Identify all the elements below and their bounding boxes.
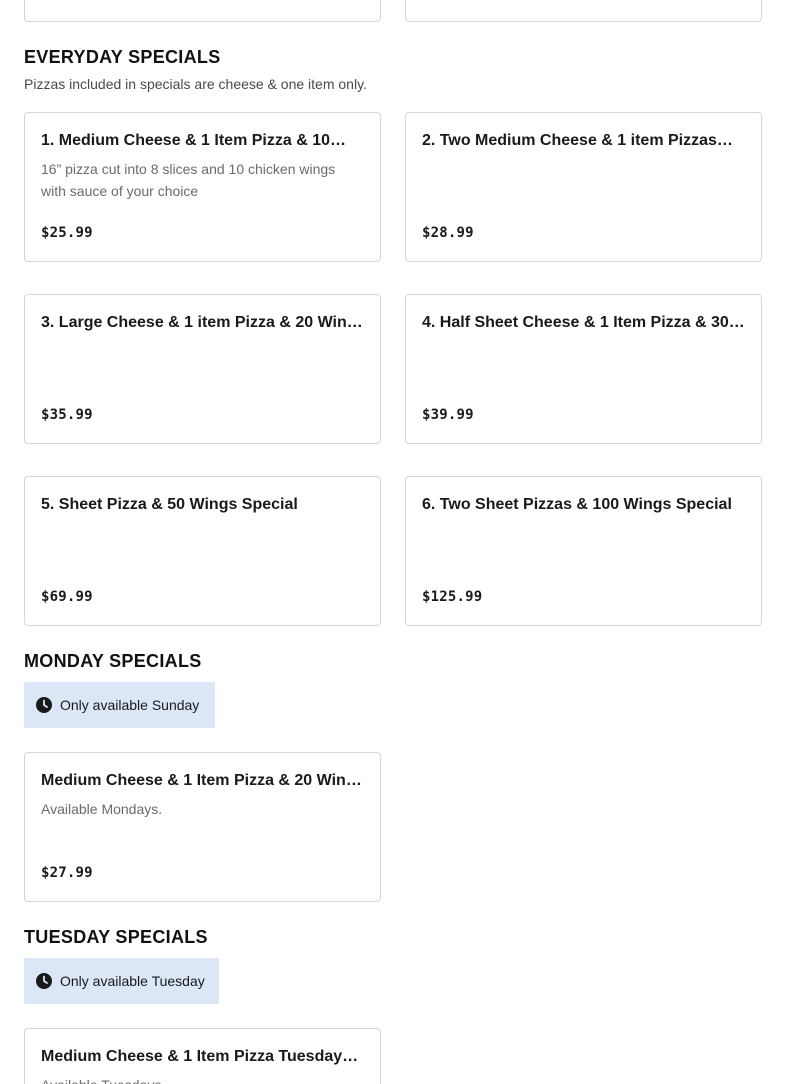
menu-item-card[interactable]: 3. Large Cheese & 1 item Pizza & 20 Wing… [24, 294, 381, 444]
availability-text: Only available Sunday [60, 697, 200, 713]
section-title-tuesday: TUESDAY SPECIALS [24, 927, 208, 947]
item-title: 6. Two Sheet Pizzas & 100 Wings Special [422, 496, 732, 513]
availability-badge: Only available Sunday [24, 682, 215, 728]
item-title: 4. Half Sheet Cheese & 1 Item Pizza & 30… [422, 314, 745, 331]
menu-item-card[interactable]: 1. Medium Cheese & 1 Item Pizza & 10… 16… [24, 112, 381, 262]
item-title: 3. Large Cheese & 1 item Pizza & 20 Wing… [41, 314, 366, 331]
menu-item-card[interactable]: Medium Cheese & 1 Item Pizza Tuesday… Av… [24, 1028, 381, 1084]
section-title-monday: MONDAY SPECIALS [24, 651, 202, 671]
menu-item-card[interactable]: Medium Cheese & 1 Item Pizza & 20 Wing… … [24, 752, 381, 902]
section-title-everyday: EVERYDAY SPECIALS [24, 47, 221, 67]
menu-item-card[interactable]: 6. Two Sheet Pizzas & 100 Wings Special … [405, 476, 762, 626]
item-title: Medium Cheese & 1 Item Pizza & 20 Wing… [41, 772, 366, 789]
item-price: $69.99 [41, 589, 93, 605]
availability-text: Only available Tuesday [60, 973, 205, 989]
item-title: 5. Sheet Pizza & 50 Wings Special [41, 496, 298, 513]
clock-icon [36, 973, 52, 989]
menu-item-card[interactable]: 5. Sheet Pizza & 50 Wings Special $69.99 [24, 476, 381, 626]
item-title: 2. Two Medium Cheese & 1 item Pizzas… [422, 132, 733, 149]
item-price: $27.99 [41, 865, 93, 881]
menu-item-card[interactable]: 2. Two Medium Cheese & 1 item Pizzas… $2… [405, 112, 762, 262]
item-price: $39.99 [422, 407, 474, 423]
item-price: $35.99 [41, 407, 93, 423]
item-title: 1. Medium Cheese & 1 Item Pizza & 10… [41, 132, 346, 149]
section-note: Pizzas included in specials are cheese &… [24, 76, 367, 92]
menu-item-card[interactable]: $ [24, 0, 381, 22]
item-description: 16” pizza cut into 8 slices and 10 chick… [41, 161, 336, 199]
availability-badge: Only available Tuesday [24, 958, 219, 1004]
item-price: $28.99 [422, 225, 474, 241]
menu-item-card[interactable]: $ [405, 0, 762, 22]
clock-icon [36, 697, 52, 713]
item-price: $25.99 [41, 225, 93, 241]
menu-item-card[interactable]: 4. Half Sheet Cheese & 1 Item Pizza & 30… [405, 294, 762, 444]
item-price: $ [41, 0, 50, 1]
item-price: $ [422, 0, 431, 1]
item-description: Available Mondays. [41, 801, 163, 817]
item-price: $125.99 [422, 589, 483, 605]
item-description: Available Tuesdays. [41, 1074, 350, 1084]
item-title: Medium Cheese & 1 Item Pizza Tuesday… [41, 1048, 359, 1065]
